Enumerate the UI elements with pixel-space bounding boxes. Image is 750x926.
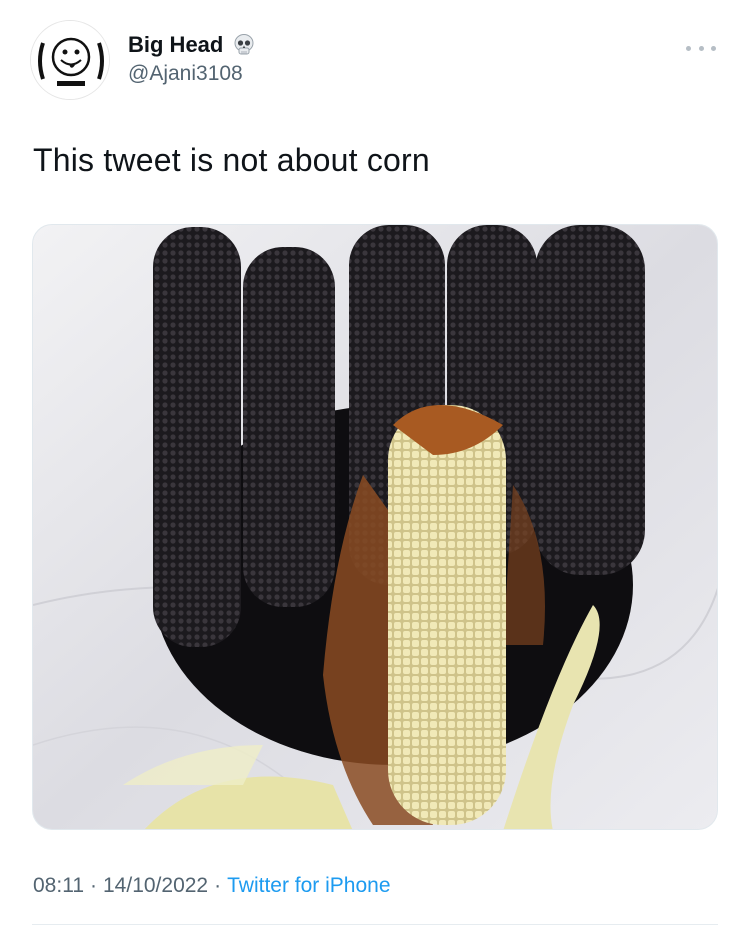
tweet-photo[interactable] (32, 224, 718, 830)
meta-separator: · (214, 874, 222, 897)
smiley-tongue-face-icon (31, 21, 109, 99)
more-dot-icon (686, 45, 691, 51)
meta-separator: · (90, 874, 97, 897)
author-info: Big Head @Ajani3108 (128, 30, 257, 86)
author-avatar[interactable] (30, 20, 110, 100)
tweet: Big Head @Ajani3108 This tweet is not ab… (0, 0, 750, 926)
tweet-text: This tweet is not about corn (33, 142, 430, 178)
bottom-divider (32, 924, 718, 925)
tweet-date[interactable]: 14/10/2022 (103, 874, 208, 898)
author-name-row: Big Head (128, 30, 257, 60)
more-dot-icon (711, 45, 716, 51)
tweet-meta: 08:11 · 14/10/2022 · Twitter for iPhone (33, 874, 391, 898)
tweet-time[interactable]: 08:11 (33, 874, 84, 898)
author-handle[interactable]: @Ajani3108 (128, 62, 257, 86)
tweet-source-link[interactable]: Twitter for iPhone (227, 874, 390, 898)
more-options-button[interactable] (686, 38, 716, 58)
author-display-name[interactable]: Big Head (128, 32, 223, 58)
skull-emoji-icon (231, 32, 257, 58)
more-dot-icon (698, 45, 704, 51)
corn-photo (33, 225, 717, 829)
